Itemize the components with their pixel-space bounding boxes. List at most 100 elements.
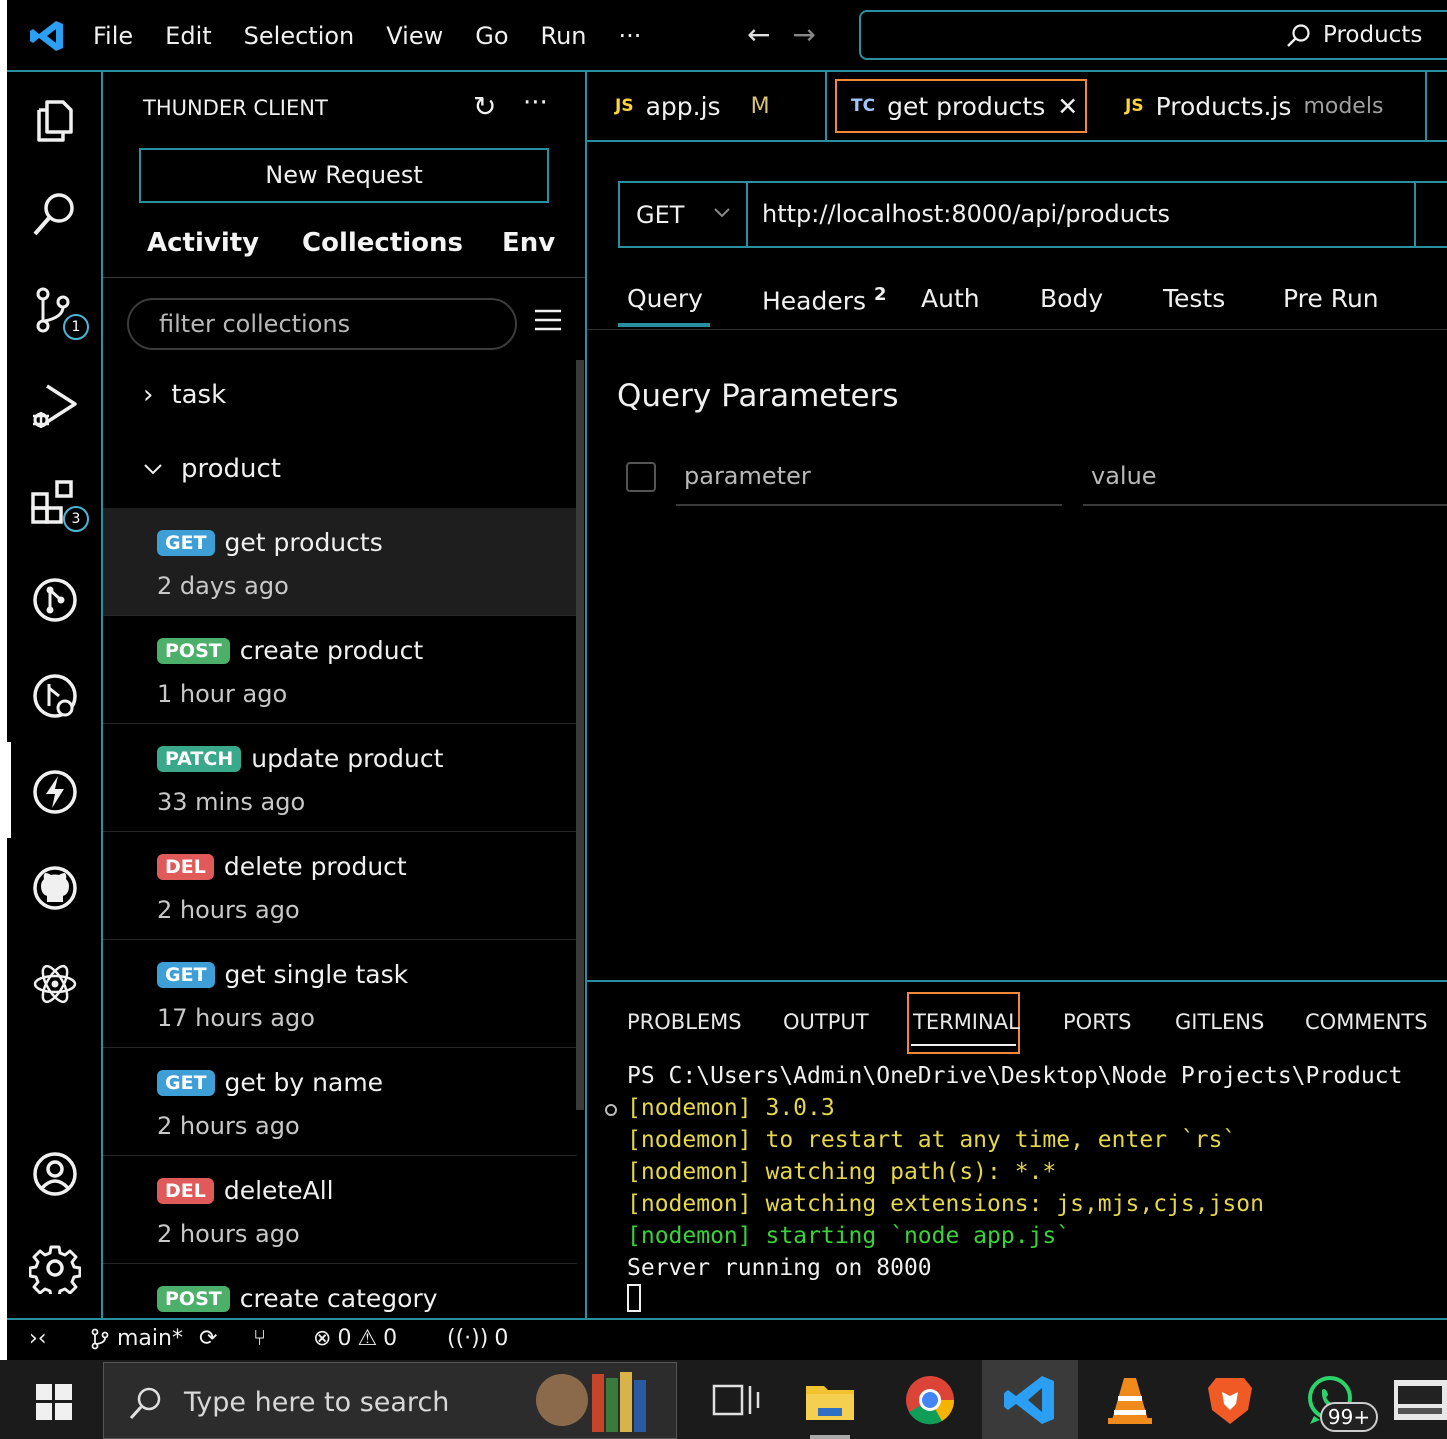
close-icon[interactable]: ✕ — [1057, 92, 1078, 121]
folder-task[interactable]: › task — [143, 380, 226, 410]
menu-edit[interactable]: Edit — [165, 22, 211, 50]
request-name: delete product — [223, 852, 407, 881]
terminal-line: [nodemon] watching path(s): *.* — [627, 1159, 1057, 1185]
terminal-line: [nodemon] starting `node app.js` — [627, 1223, 1071, 1249]
tab-headers[interactable]: Headers 2 — [762, 284, 887, 315]
problems-status[interactable]: ⊗ 0 ⚠ 0 — [313, 1326, 397, 1351]
tab-terminal[interactable]: TERMINAL — [913, 1010, 1020, 1034]
tab-gitlens[interactable]: GITLENS — [1175, 1010, 1264, 1034]
explorer-icon[interactable] — [29, 94, 81, 146]
tab-headers-label: Headers — [762, 286, 867, 316]
filter-collections-input[interactable]: filter collections — [127, 298, 517, 350]
request-time: 2 hours ago — [157, 896, 300, 924]
title-bar: File Edit Selection View Go Run ··· ← → … — [7, 0, 1447, 72]
httrack-icon[interactable] — [1394, 1372, 1447, 1428]
menu-run[interactable]: Run — [541, 22, 587, 50]
menu-view[interactable]: View — [386, 22, 443, 50]
request-name: get single task — [224, 960, 409, 989]
branch-status[interactable]: main* — [89, 1326, 183, 1351]
terminal-status-dot — [605, 1104, 617, 1116]
param-checkbox[interactable] — [626, 462, 656, 492]
request-item-get-products[interactable]: GET get products 2 days ago — [103, 508, 577, 616]
tab-output[interactable]: OUTPUT — [783, 1010, 869, 1034]
menu-lines-icon[interactable] — [533, 308, 563, 332]
request-item-update-product[interactable]: PATCH update product 33 mins ago — [103, 724, 577, 832]
method-select[interactable]: GET — [620, 183, 748, 246]
request-item-delete-product[interactable]: DEL delete product 2 hours ago — [103, 832, 577, 940]
thunder-client-sidebar: THUNDER CLIENT ↻ ··· New Request Activit… — [103, 72, 587, 1318]
tab-query[interactable]: Query — [627, 284, 703, 313]
tab-env[interactable]: Env — [502, 228, 555, 258]
run-debug-icon[interactable] — [29, 380, 81, 432]
method-badge: POST — [157, 637, 230, 664]
tab-app-js[interactable]: JS app.js M — [587, 72, 827, 140]
terminal-line: [nodemon] to restart at any time, enter … — [627, 1127, 1237, 1153]
task-view-icon[interactable] — [708, 1372, 764, 1428]
vscode-taskbar-icon[interactable] — [1002, 1372, 1058, 1428]
tab-auth[interactable]: Auth — [921, 284, 980, 313]
windows-start-icon[interactable] — [36, 1384, 72, 1420]
request-item-deleteall[interactable]: DEL deleteAll 2 hours ago — [103, 1156, 577, 1264]
method-badge: GET — [157, 1069, 215, 1096]
folder-product[interactable]: product — [143, 454, 281, 484]
forward-arrow-icon[interactable]: → — [792, 18, 815, 51]
git-history-icon[interactable] — [29, 670, 81, 722]
chrome-icon[interactable] — [902, 1372, 958, 1428]
terminal-output[interactable]: PS C:\Users\Admin\OneDrive\Desktop\Node … — [627, 1060, 1402, 1284]
broadcast-icon: ((·)) — [447, 1326, 489, 1351]
search-activity-icon[interactable] — [29, 188, 81, 240]
tab-products-js[interactable]: JS Products.js models — [1097, 72, 1427, 140]
request-item-get-by-name[interactable]: GET get by name 2 hours ago — [103, 1048, 577, 1156]
tab-comments[interactable]: COMMENTS — [1305, 1010, 1428, 1034]
tab-get-products[interactable]: TC get products ✕ — [835, 79, 1087, 133]
tab-body[interactable]: Body — [1040, 284, 1103, 313]
tab-problems[interactable]: PROBLEMS — [627, 1010, 742, 1034]
terminal-line: Server running on 8000 — [627, 1255, 932, 1281]
file-explorer-icon[interactable] — [802, 1372, 858, 1428]
more-actions-icon[interactable]: ··· — [523, 88, 548, 118]
back-arrow-icon[interactable]: ← — [747, 18, 770, 51]
folder-product-label: product — [181, 454, 282, 484]
tab-collections[interactable]: Collections — [302, 228, 463, 258]
new-request-button[interactable]: New Request — [139, 148, 549, 203]
value-input[interactable]: value — [1083, 456, 1447, 506]
extensions-icon[interactable]: 3 — [29, 476, 89, 532]
request-item-create-category[interactable]: POST create category — [103, 1264, 577, 1318]
account-icon[interactable] — [29, 1148, 81, 1200]
menu-more[interactable]: ··· — [619, 22, 642, 50]
tab-tests[interactable]: Tests — [1163, 284, 1225, 313]
menu-file[interactable]: File — [93, 22, 133, 50]
tab-activity[interactable]: Activity — [147, 228, 259, 258]
error-icon: ⊗ — [313, 1326, 332, 1351]
vscode-window: File Edit Selection View Go Run ··· ← → … — [0, 0, 1447, 1439]
sync-icon[interactable]: ⟳ — [199, 1326, 217, 1351]
thunder-client-icon[interactable] — [29, 766, 81, 818]
settings-gear-icon[interactable] — [28, 1242, 82, 1299]
react-atom-icon[interactable] — [29, 958, 81, 1010]
news-widget-icon[interactable] — [528, 1364, 658, 1436]
method-badge: DEL — [157, 1177, 214, 1204]
request-item-create-product[interactable]: POST create product 1 hour ago — [103, 616, 577, 724]
chevron-right-icon: › — [143, 380, 154, 410]
vlc-icon[interactable] — [1102, 1372, 1158, 1428]
url-input[interactable]: http://localhost:8000/api/products — [762, 200, 1170, 228]
sidebar-scrollbar[interactable] — [576, 360, 584, 1110]
remote-icon[interactable]: ›‹ — [29, 1326, 47, 1351]
git-graph-icon[interactable] — [29, 574, 81, 626]
menu-go[interactable]: Go — [475, 22, 508, 50]
request-list: GET get products 2 days ago POST create … — [103, 508, 577, 1318]
tab-pre-run[interactable]: Pre Run — [1283, 284, 1379, 313]
request-name: deleteAll — [223, 1176, 334, 1205]
tab-ports[interactable]: PORTS — [1063, 1010, 1131, 1034]
parameter-input[interactable]: parameter — [676, 456, 1062, 506]
ports-status[interactable]: ((·)) 0 — [447, 1326, 508, 1351]
refresh-icon[interactable]: ↻ — [473, 90, 496, 123]
request-item-get-single-task[interactable]: GET get single task 17 hours ago — [103, 940, 577, 1048]
brave-icon[interactable] — [1202, 1372, 1258, 1428]
request-time: 1 hour ago — [157, 680, 288, 708]
command-center-search[interactable]: Products — [859, 10, 1447, 60]
menu-selection[interactable]: Selection — [244, 22, 355, 50]
git-compare-icon[interactable]: ⑂ — [253, 1326, 266, 1351]
github-icon[interactable] — [29, 862, 81, 914]
source-control-icon[interactable]: 1 — [29, 284, 89, 340]
